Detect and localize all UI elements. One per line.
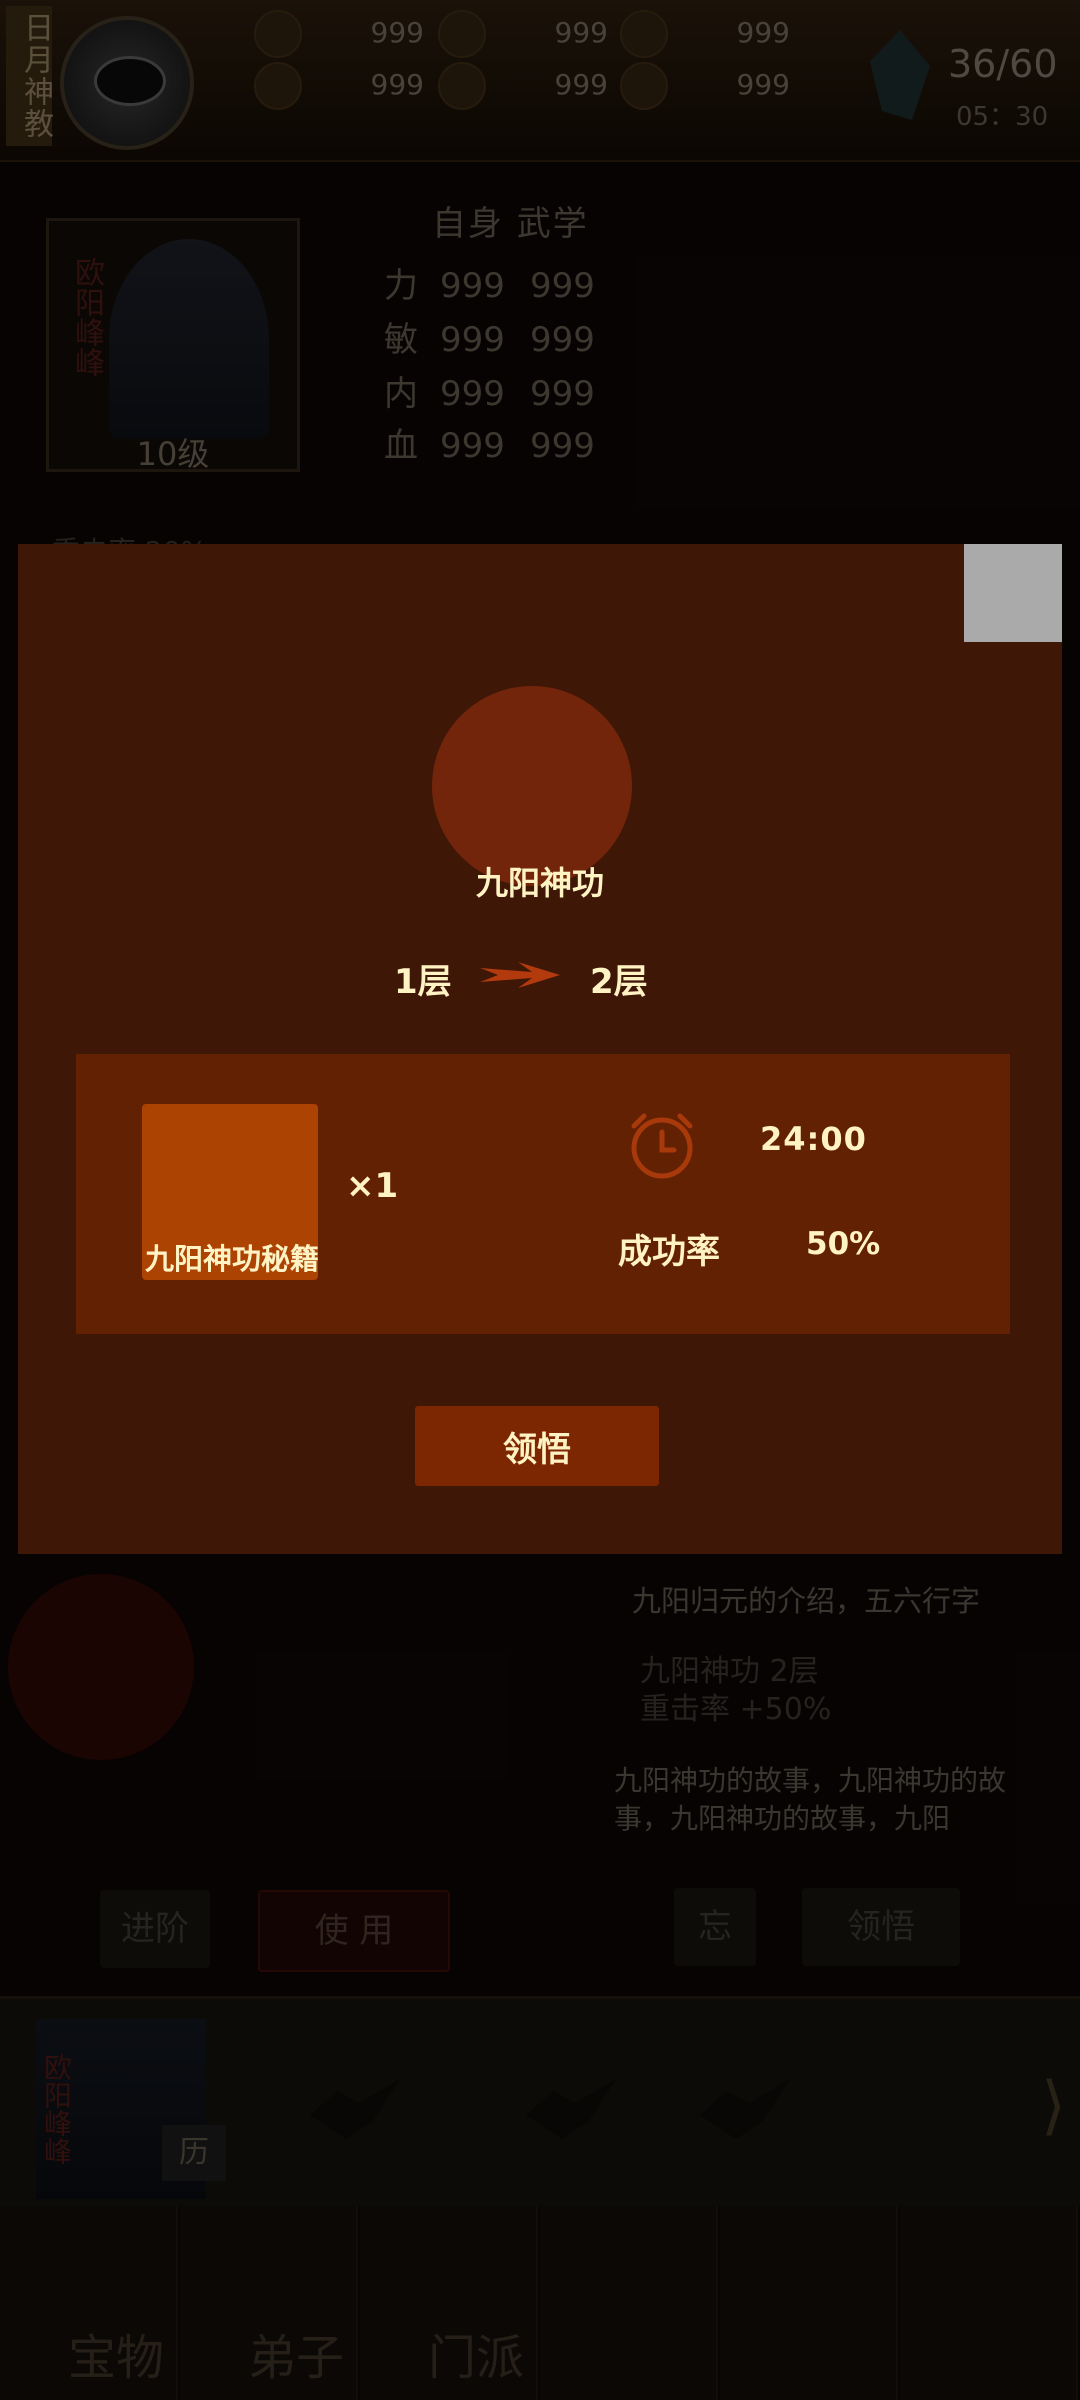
comprehend-button[interactable]: 领悟 <box>415 1406 659 1486</box>
success-rate-label: 成功率 <box>618 1232 720 1272</box>
comprehend-dialog: 九阳神功 1层 2层 九阳神功秘籍 ×1 24:00 成功率 50% 领悟 <box>18 544 1062 1554</box>
layer-from: 1层 <box>394 962 452 1002</box>
item-quantity: ×1 <box>346 1166 399 1206</box>
requirements-panel: 九阳神功秘籍 ×1 24:00 成功率 50% <box>76 1054 1010 1334</box>
clock-icon <box>631 1113 693 1179</box>
time-value: 24:00 <box>760 1120 867 1158</box>
skill-icon <box>432 686 632 886</box>
close-button[interactable] <box>964 544 1062 642</box>
item-name: 九阳神功秘籍 <box>144 1242 319 1276</box>
success-rate-value: 50% <box>806 1226 881 1262</box>
skill-name: 九阳神功 <box>475 864 604 902</box>
layer-to: 2层 <box>590 962 648 1002</box>
arrow-right-icon <box>480 962 560 988</box>
